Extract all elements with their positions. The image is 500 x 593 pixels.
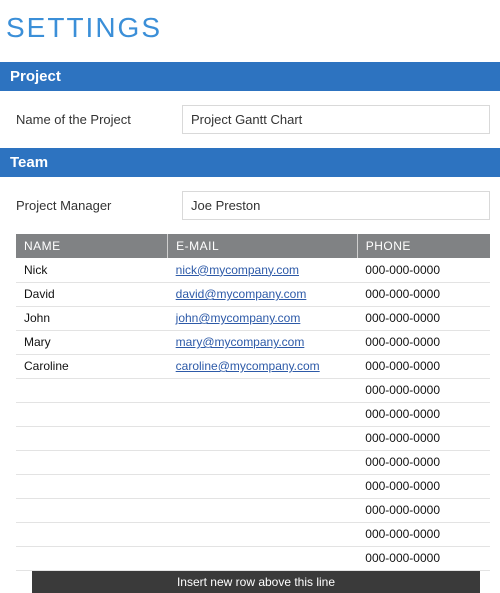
project-name-input[interactable] [182,105,490,134]
section-header-project: Project [0,62,500,91]
cell-phone[interactable]: 000-000-0000 [357,306,490,330]
cell-phone[interactable]: 000-000-0000 [357,426,490,450]
cell-email[interactable] [168,450,358,474]
cell-email[interactable]: nick@mycompany.com [168,258,358,282]
table-row: Caroline caroline@mycompany.com 000-000-00… [16,354,490,378]
cell-phone[interactable]: 000-000-0000 [357,546,490,570]
cell-phone[interactable]: 000-000-0000 [357,354,490,378]
cell-name[interactable] [16,426,168,450]
table-row: 000-000-0000 [16,498,490,522]
cell-name[interactable] [16,522,168,546]
cell-name[interactable]: Mary [16,330,168,354]
cell-phone[interactable]: 000-000-0000 [357,450,490,474]
team-table: NAME E-MAIL PHONE Nick nick@mycompany.com… [16,234,490,571]
email-link[interactable]: john@mycompany.com [176,311,301,325]
cell-name[interactable]: Caroline [16,354,168,378]
table-row: 000-000-0000 [16,522,490,546]
cell-name[interactable] [16,498,168,522]
cell-email[interactable] [168,426,358,450]
cell-phone[interactable]: 000-000-0000 [357,498,490,522]
project-name-label: Name of the Project [16,112,166,127]
project-manager-row: Project Manager [0,177,500,234]
cell-name[interactable] [16,402,168,426]
col-header-name: NAME [16,234,168,258]
cell-email[interactable]: david@mycompany.com [168,282,358,306]
table-row: 000-000-0000 [16,378,490,402]
cell-name[interactable] [16,474,168,498]
email-link[interactable]: mary@mycompany.com [176,335,305,349]
cell-email[interactable] [168,402,358,426]
cell-phone[interactable]: 000-000-0000 [357,522,490,546]
section-header-team: Team [0,148,500,177]
email-link[interactable]: nick@mycompany.com [176,263,299,277]
table-row: 000-000-0000 [16,426,490,450]
cell-name[interactable] [16,546,168,570]
cell-name[interactable] [16,450,168,474]
project-manager-input[interactable] [182,191,490,220]
cell-email[interactable] [168,546,358,570]
cell-phone[interactable]: 000-000-0000 [357,330,490,354]
table-footer-hint: Insert new row above this line [32,571,480,593]
cell-email[interactable] [168,498,358,522]
project-manager-label: Project Manager [16,198,166,213]
team-table-wrap: NAME E-MAIL PHONE Nick nick@mycompany.com… [0,234,500,593]
cell-name[interactable]: John [16,306,168,330]
table-row: 000-000-0000 [16,450,490,474]
email-link[interactable]: david@mycompany.com [176,287,307,301]
email-link[interactable]: caroline@mycompany.com [176,359,320,373]
cell-email[interactable]: john@mycompany.com [168,306,358,330]
cell-email[interactable]: mary@mycompany.com [168,330,358,354]
cell-phone[interactable]: 000-000-0000 [357,402,490,426]
table-row: 000-000-0000 [16,474,490,498]
project-name-row: Name of the Project [0,91,500,148]
table-row: 000-000-0000 [16,402,490,426]
cell-email[interactable] [168,474,358,498]
table-row: 000-000-0000 [16,546,490,570]
cell-phone[interactable]: 000-000-0000 [357,258,490,282]
table-row: Nick nick@mycompany.com 000-000-0000 [16,258,490,282]
table-row: David david@mycompany.com 000-000-0000 [16,282,490,306]
cell-phone[interactable]: 000-000-0000 [357,282,490,306]
page-title: SETTINGS [0,0,500,62]
cell-phone[interactable]: 000-000-0000 [357,474,490,498]
col-header-email: E-MAIL [168,234,358,258]
cell-phone[interactable]: 000-000-0000 [357,378,490,402]
cell-email[interactable] [168,378,358,402]
cell-name[interactable] [16,378,168,402]
cell-name[interactable]: Nick [16,258,168,282]
table-row: Mary mary@mycompany.com 000-000-0000 [16,330,490,354]
cell-name[interactable]: David [16,282,168,306]
table-row: John john@mycompany.com 000-000-0000 [16,306,490,330]
cell-email[interactable] [168,522,358,546]
col-header-phone: PHONE [357,234,490,258]
cell-email[interactable]: caroline@mycompany.com [168,354,358,378]
